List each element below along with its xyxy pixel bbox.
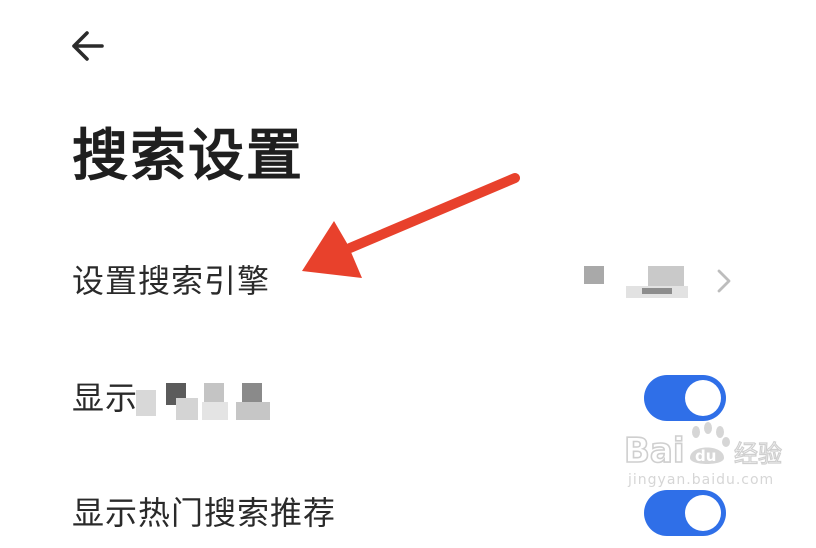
show-search-history-toggle[interactable] [644,375,726,421]
arrow-left-icon [72,31,104,61]
svg-text:经验: 经验 [734,440,782,468]
search-engine-label: 设置搜索引擎 [72,262,271,300]
search-engine-value [584,266,688,300]
back-button[interactable] [66,26,110,66]
pixelated-label-fragment [136,380,276,420]
show-hot-search-toggle[interactable] [644,490,726,536]
show-hot-search-label: 显示热门搜索推荐 [72,494,337,532]
svg-text:Bai: Bai [624,431,685,470]
toggle-knob [685,495,721,531]
show-hot-search-row[interactable]: 显示热门搜索推荐 [0,478,816,548]
toggle-knob [685,380,721,416]
show-search-history-label: 显示 [72,379,139,417]
show-search-history-row[interactable]: 显示 [0,363,816,433]
search-engine-row[interactable]: 设置搜索引擎 [0,246,816,316]
chevron-right-icon [717,269,731,293]
page-title: 搜索设置 [72,124,304,189]
svg-text:du: du [695,447,716,465]
